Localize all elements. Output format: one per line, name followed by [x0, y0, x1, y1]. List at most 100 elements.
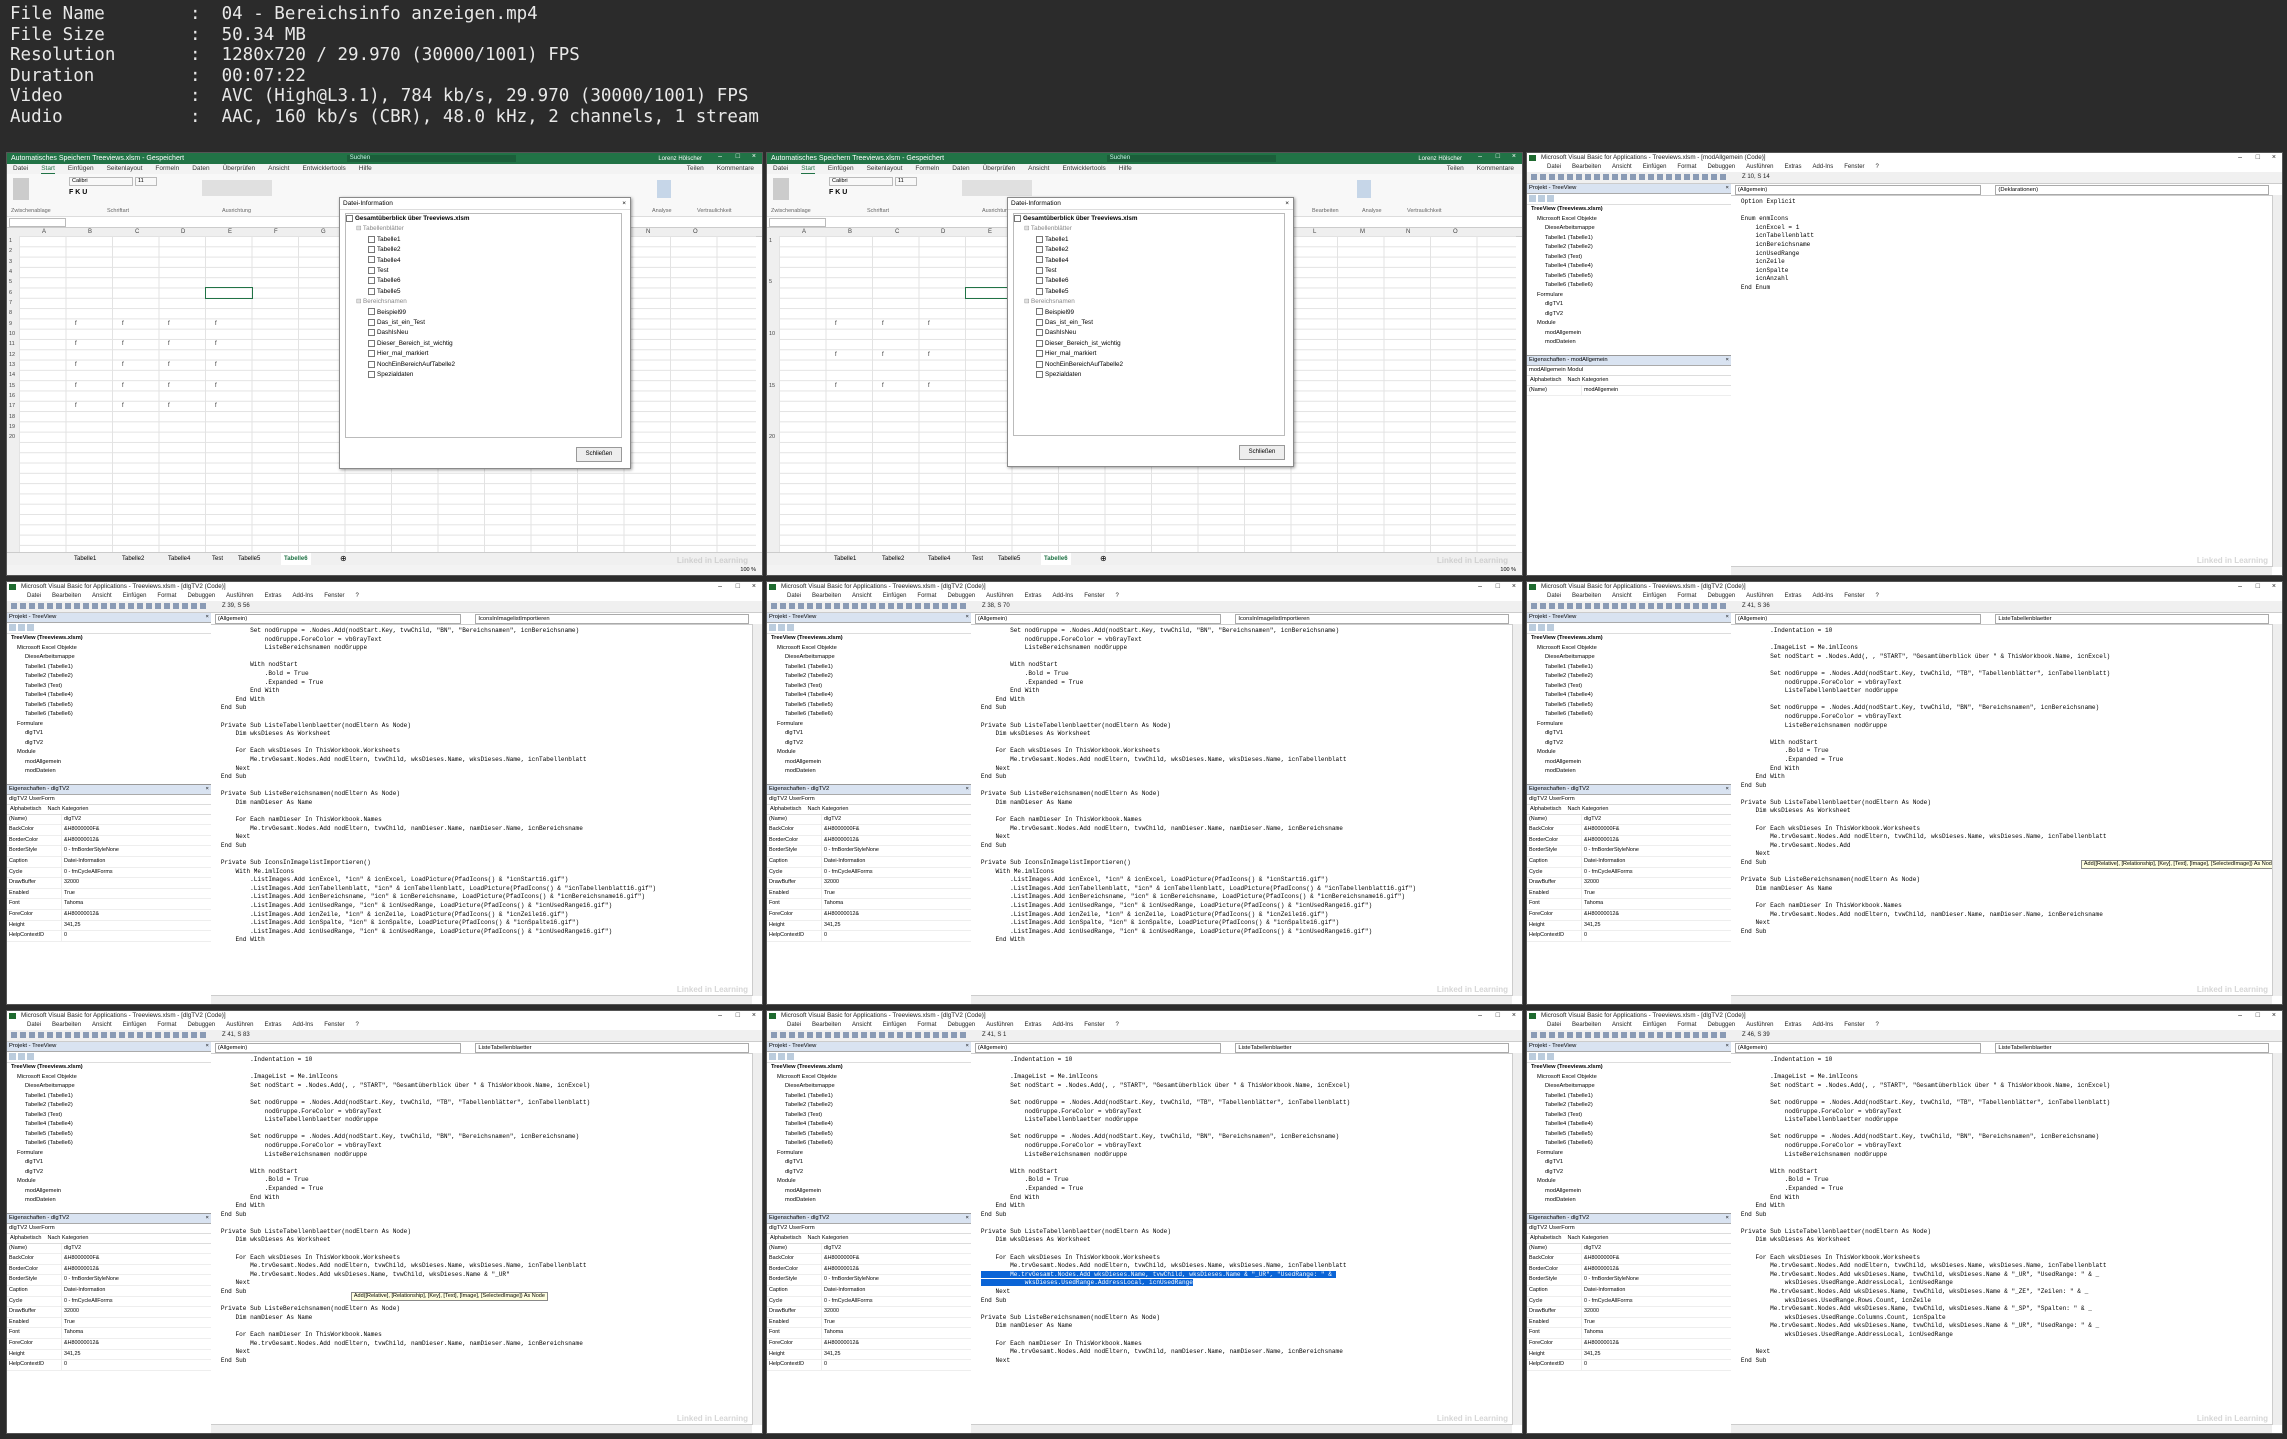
toolbar-button-icon[interactable] [1567, 174, 1573, 180]
close-icon[interactable]: × [752, 1011, 756, 1021]
project-tree-item[interactable]: Tabelle2 (Tabelle2) [7, 672, 211, 682]
toolbar-button-icon[interactable] [146, 603, 152, 609]
view-code-icon[interactable] [9, 1053, 16, 1060]
project-tree-item[interactable]: DieseArbeitsmappe [767, 653, 971, 663]
toolbar-button-icon[interactable] [1693, 174, 1699, 180]
project-tree-item[interactable]: Tabelle6 (Tabelle6) [1527, 1139, 1731, 1149]
vba-menu-item[interactable]: Extras [1025, 1021, 1042, 1030]
project-tree-item[interactable]: Tabelle2 (Tabelle2) [767, 1101, 971, 1111]
toolbar-button-icon[interactable] [942, 1032, 948, 1038]
toolbar-button-icon[interactable] [1612, 174, 1618, 180]
project-tree-item[interactable]: Microsoft Excel Objekte [1527, 215, 1731, 225]
col-header[interactable]: E [228, 228, 232, 236]
tab-formeln[interactable]: Formeln [155, 164, 179, 174]
property-row[interactable]: (Name) dlgTV2 [767, 814, 971, 826]
toolbar-button-icon[interactable] [1702, 603, 1708, 609]
toolbar-button-icon[interactable] [1558, 603, 1564, 609]
toolbar-button-icon[interactable] [83, 603, 89, 609]
vba-menu-item[interactable]: Add-Ins [1053, 592, 1074, 601]
toolbar-button-icon[interactable] [834, 1032, 840, 1038]
project-tree-item[interactable]: dlgTV1 [767, 1158, 971, 1168]
pane-close-icon[interactable]: × [1725, 613, 1728, 622]
object-combo[interactable]: (Allgemein) [214, 614, 462, 624]
code-editor[interactable]: .Indentation = 10 .ImageList = Me.imlIco… [221, 1056, 752, 1421]
cell[interactable]: f [215, 320, 217, 328]
toolbar-button-icon[interactable] [1540, 174, 1546, 180]
cell[interactable]: f [122, 340, 124, 348]
project-tree-item[interactable]: modDateien [767, 1196, 971, 1206]
vba-menu-item[interactable]: Debuggen [187, 592, 215, 601]
maximize-icon[interactable]: □ [2256, 153, 2260, 163]
cell[interactable]: f [168, 320, 170, 328]
project-tree-item[interactable]: TreeView (Treeviews.xlsm) [1527, 205, 1731, 215]
project-tree-item[interactable]: Tabelle4 (Tabelle4) [7, 691, 211, 701]
row-header[interactable]: 8 [9, 309, 12, 317]
tree-item[interactable]: Beispiel99 [346, 308, 621, 318]
project-tree-item[interactable]: Tabelle5 (Tabelle5) [767, 1130, 971, 1140]
cell[interactable]: f [928, 351, 930, 359]
vba-menu-item[interactable]: Extras [1785, 1021, 1802, 1030]
horizontal-scrollbar[interactable] [210, 995, 752, 1004]
vba-menu-item[interactable]: Ausführen [986, 592, 1013, 601]
project-tree-item[interactable]: Module [767, 748, 971, 758]
bold-icon[interactable]: F K U [69, 189, 87, 197]
project-tree-item[interactable]: Tabelle5 (Tabelle5) [7, 1130, 211, 1140]
checkbox-icon[interactable] [1036, 339, 1043, 347]
maximize-icon[interactable]: □ [736, 1011, 740, 1021]
vertical-scrollbar[interactable] [2272, 624, 2282, 996]
checkbox-icon[interactable] [368, 318, 375, 326]
analyze-icon[interactable] [657, 180, 671, 198]
row-header[interactable]: 5 [769, 278, 772, 286]
horizontal-scrollbar[interactable] [1730, 995, 2272, 1004]
row-header[interactable]: 5 [9, 278, 12, 286]
toolbar-button-icon[interactable] [56, 1032, 62, 1038]
view-code-icon[interactable] [769, 624, 776, 631]
info-treeview[interactable]: Gesamtüberblick über Treeviews.xlsm ⊟ Ta… [345, 213, 622, 438]
vba-menu-item[interactable]: Bearbeiten [1572, 163, 1601, 172]
procedure-combo[interactable]: ListeTabellenblaetter [1995, 1043, 2270, 1053]
project-tree-item[interactable]: TreeView (Treeviews.xlsm) [7, 634, 211, 644]
property-row[interactable]: BackColor &H8000000F& [7, 825, 211, 836]
vba-menu-item[interactable]: Einfügen [1643, 592, 1667, 601]
property-row[interactable]: BackColor &H8000000F& [767, 1254, 971, 1265]
cell[interactable]: f [215, 361, 217, 369]
project-tree[interactable]: TreeView (Treeviews.xlsm) Microsoft Excel… [7, 1063, 211, 1206]
procedure-combo[interactable]: ListeTabellenblaetter [1995, 614, 2270, 624]
property-row[interactable]: BackColor &H8000000F& [767, 825, 971, 836]
vba-menu-item[interactable]: Bearbeiten [52, 1021, 81, 1030]
code-editor[interactable]: .Indentation = 10 .ImageList = Me.imlIco… [1741, 627, 2272, 992]
vba-menu-item[interactable]: Bearbeiten [812, 592, 841, 601]
toolbar-button-icon[interactable] [65, 1032, 71, 1038]
property-row[interactable]: DrawBuffer 32000 [7, 878, 211, 889]
toolbar-button-icon[interactable] [1684, 1032, 1690, 1038]
toolbar-button-icon[interactable] [870, 603, 876, 609]
tree-item[interactable]: DashIsNeu [1014, 328, 1284, 338]
col-header[interactable]: N [646, 228, 650, 236]
toolbar-button-icon[interactable] [942, 603, 948, 609]
checkbox-icon[interactable] [368, 350, 375, 358]
toolbar-button-icon[interactable] [164, 1032, 170, 1038]
row-header[interactable]: 12 [9, 351, 15, 359]
tree-item[interactable]: Beispiel99 [1014, 308, 1284, 318]
procedure-combo[interactable]: ListeTabellenblaetter [1235, 1043, 1510, 1053]
project-tree-item[interactable]: TreeView (Treeviews.xlsm) [767, 634, 971, 644]
property-row[interactable]: Cycle 0 - fmCycleAllForms [7, 1296, 211, 1308]
project-tree-item[interactable]: DieseArbeitsmappe [767, 1082, 971, 1092]
tab-ueberpruefen[interactable]: Überprüfen [223, 164, 256, 174]
maximize-icon[interactable]: □ [1496, 1011, 1500, 1021]
toolbar-button-icon[interactable] [119, 1032, 125, 1038]
property-row[interactable]: DrawBuffer 32000 [767, 1307, 971, 1318]
row-header[interactable]: 20 [769, 433, 775, 441]
project-tree-item[interactable]: Tabelle1 (Tabelle1) [7, 1092, 211, 1102]
checkbox-icon[interactable] [1036, 360, 1043, 368]
toolbar-button-icon[interactable] [780, 603, 786, 609]
vba-menu-item[interactable]: Ausführen [226, 592, 253, 601]
property-row[interactable]: DrawBuffer 32000 [1527, 878, 1731, 889]
checkbox-icon[interactable] [368, 277, 375, 285]
project-tree-item[interactable]: modAllgemein [767, 1187, 971, 1197]
project-tree-item[interactable]: Tabelle1 (Tabelle1) [1527, 1092, 1731, 1102]
toolbar-button-icon[interactable] [1585, 1032, 1591, 1038]
horizontal-scrollbar[interactable] [210, 1424, 752, 1433]
vba-menu-item[interactable]: Bearbeiten [1572, 1021, 1601, 1030]
view-code-icon[interactable] [9, 624, 16, 631]
